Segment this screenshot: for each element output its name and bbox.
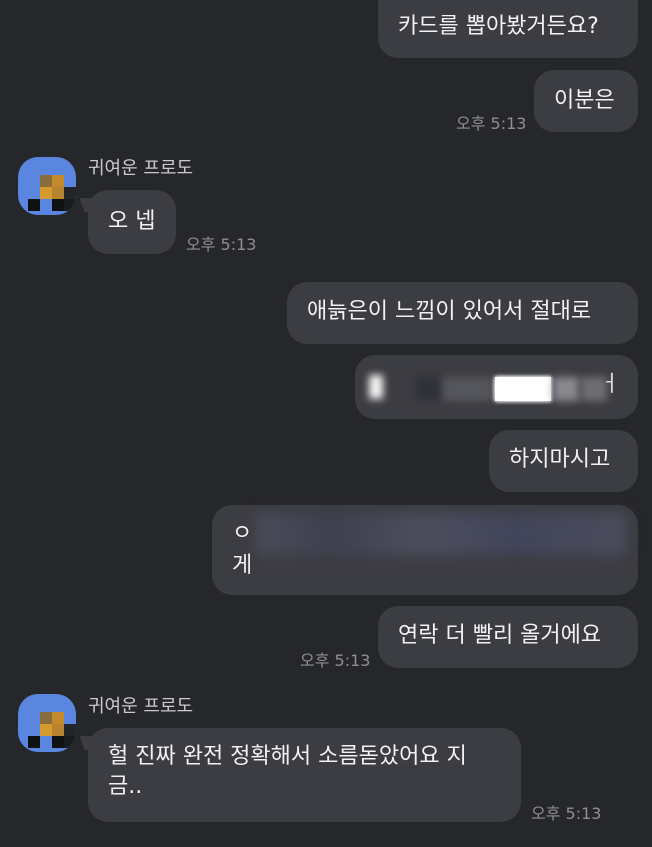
message-text: ㅓ (599, 372, 620, 397)
message-bubble-outgoing[interactable]: 연락 더 빨리 올거에요 (378, 606, 638, 668)
message-bubble-outgoing[interactable]: 카드를 뽑아봤거든요? (378, 0, 638, 58)
redaction-block (415, 377, 441, 401)
message-text: 애늙은이 느낌이 있어서 절대로 (307, 299, 592, 324)
chat-view: 카드를 뽑아봤거든요? 이분은 오후 5:13 귀여운 프로도 오 넵 오후 5… (0, 0, 652, 847)
redaction-block (495, 377, 551, 401)
message-bubble-incoming[interactable]: 헐 진짜 완전 정확해서 소름돋았어요 지 금.. (88, 728, 521, 822)
message-bubble-outgoing[interactable]: 이분은 (534, 70, 638, 132)
message-bubble-outgoing-redacted[interactable]: ㅓ (355, 355, 638, 419)
message-bubble-outgoing-redacted[interactable]: ㅇ 게 (212, 505, 638, 595)
sender-avatar[interactable] (18, 694, 76, 752)
message-text: 오 넵 (108, 209, 156, 234)
message-text: 카드를 뽑아봤거든요? (398, 14, 599, 39)
message-bubble-outgoing[interactable]: 하지마시고 (489, 430, 638, 492)
message-text: 연락 더 빨리 올거에요 (398, 623, 602, 648)
redaction-block (369, 375, 383, 399)
message-timestamp: 오후 5:13 (300, 651, 371, 670)
sender-name: 귀여운 프로도 (88, 696, 194, 717)
message-text: 이분은 (554, 88, 615, 113)
redaction-block (443, 377, 493, 401)
message-timestamp: 오후 5:13 (531, 804, 602, 823)
message-text: 하지마시고 (509, 447, 611, 472)
message-timestamp: 오후 5:13 (456, 114, 527, 133)
message-text: 헐 진짜 완전 정확해서 소름돋았어요 지 (108, 744, 467, 769)
message-text: 금.. (108, 774, 143, 799)
redaction-block (256, 513, 626, 555)
message-bubble-incoming[interactable]: 오 넵 (88, 190, 176, 254)
sender-name: 귀여운 프로도 (88, 158, 194, 179)
message-text: 게 (232, 553, 253, 578)
message-text: ㅇ (232, 521, 253, 546)
redaction-block (553, 377, 579, 401)
message-timestamp: 오후 5:13 (186, 235, 257, 254)
message-bubble-outgoing[interactable]: 애늙은이 느낌이 있어서 절대로 (287, 282, 638, 344)
sender-avatar[interactable] (18, 157, 76, 215)
